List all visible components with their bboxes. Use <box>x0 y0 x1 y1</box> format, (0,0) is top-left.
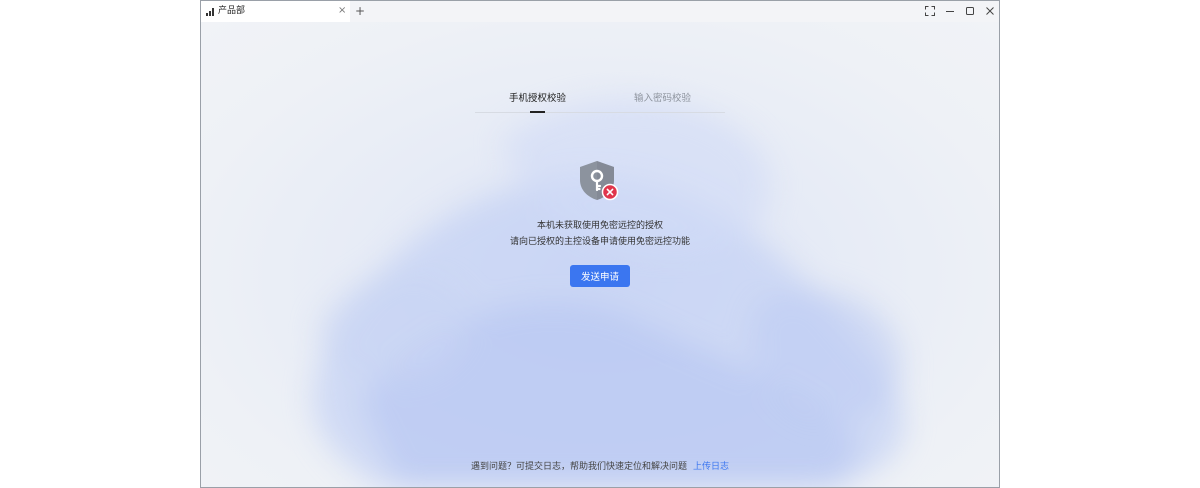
shield-key-error-icon <box>580 161 619 201</box>
main-content: 手机授权校验 输入密码校验 本机未获取使用免密远控的授权 请向已授权的主控设备申… <box>201 22 999 487</box>
tab-product-dept[interactable]: 产品部 × <box>201 1 350 22</box>
close-window-icon[interactable] <box>983 4 997 18</box>
upload-log-link[interactable]: 上传日志 <box>693 462 729 472</box>
status-message: 本机未获取使用免密远控的授权 请向已授权的主控设备申请使用免密远控功能 <box>400 218 800 250</box>
tab-close-icon[interactable]: × <box>338 5 346 17</box>
status-line-2: 请向已授权的主控设备申请使用免密远控功能 <box>509 237 690 247</box>
send-request-button[interactable]: 发送申请 <box>570 265 630 287</box>
status-line-1: 本机未获取使用免密远控的授权 <box>536 221 663 231</box>
tab-phone-auth[interactable]: 手机授权校验 <box>475 92 600 110</box>
minimize-icon[interactable] <box>943 4 957 18</box>
auth-method-tabs: 手机授权校验 输入密码校验 <box>475 92 725 113</box>
fullscreen-icon[interactable] <box>923 4 937 18</box>
title-bar: 产品部 × + <box>201 1 999 22</box>
add-tab-icon[interactable]: + <box>355 4 365 18</box>
footer-help-text: 遇到问题？可提交日志，帮助我们快速定位和解决问题 <box>470 462 687 472</box>
tab-password-auth[interactable]: 输入密码校验 <box>600 92 725 110</box>
maximize-icon[interactable] <box>963 4 977 18</box>
tab-title: 产品部 <box>218 6 246 16</box>
signal-icon <box>206 8 214 16</box>
active-tab-indicator <box>530 111 545 113</box>
app-window: 产品部 × + 手机授权校验 输入密码校验 本机未获取使用免密远控的授权 请向已… <box>200 0 1000 488</box>
footer-help: 遇到问题？可提交日志，帮助我们快速定位和解决问题 上传日志 <box>300 461 900 473</box>
